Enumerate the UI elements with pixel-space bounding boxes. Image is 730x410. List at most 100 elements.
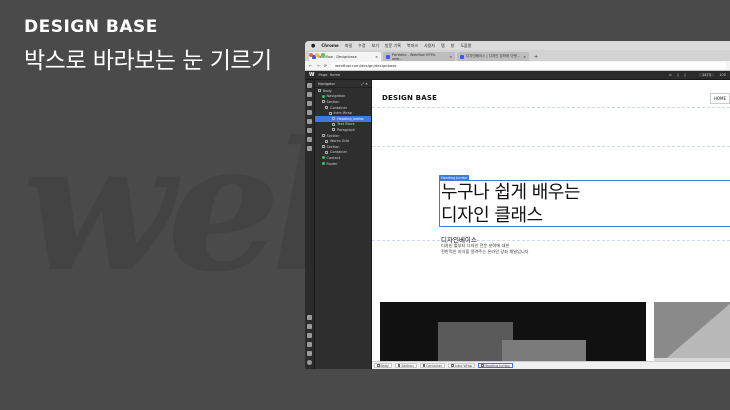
tablet-breakpoint-icon[interactable]: ▯ — [677, 73, 679, 77]
new-tab-button[interactable]: + — [531, 54, 541, 61]
browser-tabbar: Webflow - Designbase × Portfolio - Webfl… — [305, 50, 730, 61]
search-icon[interactable] — [307, 342, 312, 347]
navigator-item[interactable]: Footer — [315, 161, 371, 167]
box-icon — [422, 364, 426, 367]
reload-icon[interactable]: ⟳ — [324, 63, 327, 68]
breadcrumb-section[interactable]: Section — [394, 363, 417, 368]
navigator-item-label: Paragraph — [337, 127, 355, 132]
element-box-icon — [321, 100, 325, 104]
browser-tab-designbase[interactable]: 디자인베이스 | 디자인 강좌와 이벤... × — [457, 52, 529, 61]
box-icon — [451, 364, 454, 367]
mobile-breakpoint-icon[interactable]: ▯ — [684, 73, 686, 77]
design-canvas[interactable]: DESIGN BASE HOME Heading Jumbo 누구나 쉽게 배우… — [372, 80, 730, 361]
cms-icon[interactable] — [307, 119, 312, 124]
element-box-icon — [318, 89, 321, 93]
close-tab-icon[interactable]: × — [375, 55, 378, 59]
navigator-item-label: Container — [330, 150, 348, 155]
works-image-light[interactable] — [654, 302, 730, 361]
menu-item[interactable]: 창 — [451, 43, 455, 49]
close-tab-icon[interactable]: × — [523, 55, 526, 59]
menu-item[interactable]: 북마크 — [407, 43, 418, 49]
ecommerce-icon[interactable] — [307, 128, 312, 133]
layout-guide — [372, 107, 730, 108]
element-box-icon — [325, 139, 328, 143]
preview-icon[interactable] — [307, 315, 312, 320]
breadcrumb-label: Heading Jumbo — [484, 363, 510, 368]
symbols-icon[interactable] — [307, 92, 312, 97]
navigator-item-label: Contact — [326, 155, 341, 160]
audit-icon[interactable] — [307, 324, 312, 329]
navigator-item-label: Text Block — [337, 122, 355, 127]
navigator-icon[interactable] — [307, 101, 312, 106]
site-nav-home-link[interactable]: HOME — [709, 92, 730, 104]
navigator-item-label: Intro Wrap — [333, 111, 352, 116]
desktop-breakpoint-icon[interactable]: ▭ — [669, 73, 672, 77]
toolbar-spacer — [307, 155, 312, 311]
breadcrumb-heading-jumbo[interactable]: Heading Jumbo — [478, 363, 513, 368]
canvas-width-readout: 1473 — [698, 73, 715, 77]
element-box-icon — [328, 111, 332, 115]
close-window-icon[interactable] — [309, 53, 313, 57]
paragraph[interactable]: 디자인 툴부터 디자인 전문 분야에 대한 전반적인 지식을 알려주는 온라인 … — [441, 243, 529, 255]
menu-item[interactable]: 사용자 — [424, 43, 435, 49]
element-box-icon — [325, 150, 328, 154]
close-tab-icon[interactable]: × — [449, 55, 452, 59]
site-navbar: DESIGN BASE HOME — [382, 91, 730, 105]
slide-title: 박스로 바라보는 눈 기르기 — [24, 48, 272, 74]
navigator-item-label: Body — [323, 88, 332, 93]
element-breadcrumbs: Body Section Container Intro Wrap Headin… — [372, 361, 730, 369]
history-icon[interactable] — [307, 333, 312, 338]
settings-icon[interactable] — [307, 146, 312, 151]
element-box-icon — [321, 145, 325, 149]
site-logo[interactable]: DESIGN BASE — [382, 94, 437, 102]
navigator-pin-icon[interactable]: ⤢ ✕ — [361, 82, 368, 86]
webflow-editor: Navigator ⤢ ✕ Body Navigation Section Conta… — [305, 80, 730, 369]
heading-jumbo[interactable]: 누구나 쉽게 배우는 디자인 클래스 — [441, 181, 580, 227]
breakpoint-controls: ▭ ▯ ▯ 1473 100 — [669, 73, 726, 77]
breadcrumb-body[interactable]: Body — [374, 363, 392, 368]
back-arrow-icon[interactable]: ← — [309, 63, 312, 68]
layout-guide — [372, 146, 730, 147]
symbol-icon — [321, 94, 325, 98]
navigator-item-label: Section — [326, 99, 340, 104]
navigator-item-label: Section — [326, 144, 340, 149]
navigator-item-label: Container — [330, 105, 348, 110]
webflow-logo[interactable]: W — [309, 72, 315, 78]
browser-tab-portfolio[interactable]: Portfolio - Webflow HTML web... × — [383, 52, 455, 61]
address-bar[interactable]: webflow.com/design/designbase — [331, 62, 726, 69]
minimize-window-icon[interactable] — [315, 53, 319, 57]
forward-arrow-icon[interactable]: → — [316, 63, 319, 68]
breadcrumb-intro-wrap[interactable]: Intro Wrap — [448, 363, 475, 368]
address-text: webflow.com/design/designbase — [335, 63, 397, 68]
assets-icon[interactable] — [307, 137, 312, 142]
element-box-icon — [321, 134, 325, 138]
works-image-dark[interactable] — [380, 302, 646, 361]
webflow-top-bar: W Page: Home ▭ ▯ ▯ 1473 100 — [305, 71, 730, 80]
box-icon — [377, 364, 380, 367]
menu-item[interactable]: 보기 — [372, 43, 379, 49]
breadcrumb-label: Container — [426, 363, 443, 368]
menu-item[interactable]: 수정 — [358, 43, 365, 49]
menu-item[interactable]: 탭 — [441, 43, 445, 49]
menu-item[interactable]: 도움말 — [460, 43, 471, 49]
shortcuts-icon[interactable] — [307, 351, 312, 356]
help-icon[interactable] — [307, 360, 312, 365]
brand-logo: DESIGN BASE — [24, 17, 158, 37]
menu-item[interactable]: 파일 — [345, 43, 352, 49]
heading-icon — [481, 364, 484, 367]
navigator-tree: Body Navigation Section Container Intro Wrap… — [315, 88, 371, 166]
menu-app-chrome[interactable]: Chrome — [321, 43, 338, 48]
mac-menubar: ● Chrome 파일 수정 보기 방문 기록 북마크 사용자 탭 창 도움말 — [305, 41, 730, 50]
zoom-window-icon[interactable] — [321, 53, 325, 57]
breadcrumb-container[interactable]: Container — [419, 363, 446, 368]
navigator-header: Navigator ⤢ ✕ — [315, 80, 371, 88]
screen-capture: ● Chrome 파일 수정 보기 방문 기록 북마크 사용자 탭 창 도움말 … — [305, 41, 730, 369]
pages-icon[interactable] — [307, 110, 312, 115]
menu-item[interactable]: 방문 기록 — [385, 43, 401, 49]
webflow-favicon-icon — [386, 54, 390, 59]
apple-icon[interactable]: ● — [311, 43, 315, 49]
page-selector[interactable]: Page: Home — [319, 73, 341, 77]
tab-label: 디자인베이스 | 디자인 강좌와 이벤... — [466, 54, 521, 58]
add-panel-icon[interactable] — [307, 83, 312, 88]
breadcrumb-label: Section — [401, 363, 414, 368]
